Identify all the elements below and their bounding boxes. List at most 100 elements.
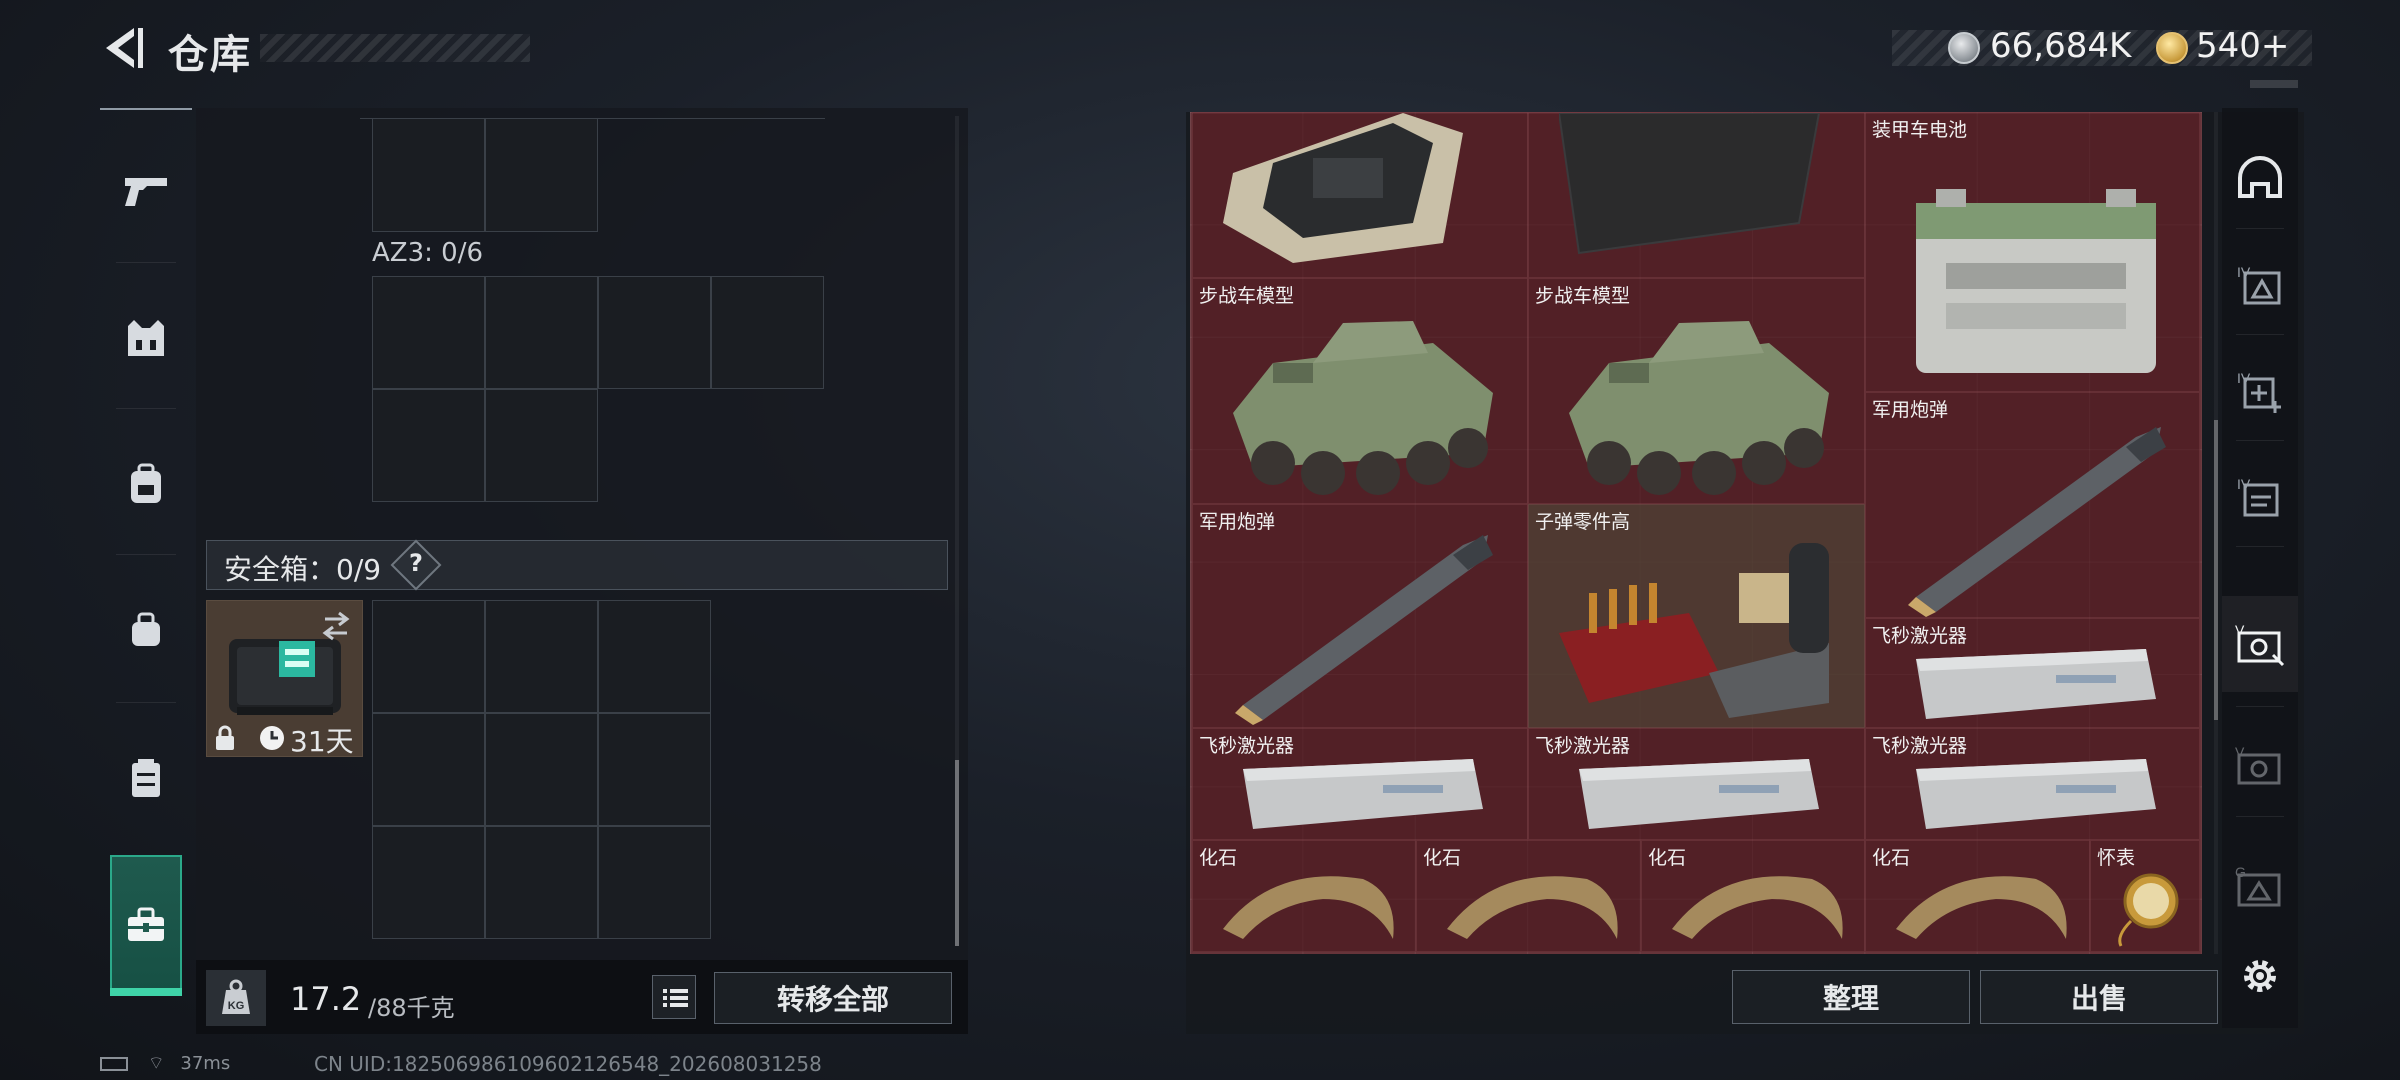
rnav-armor[interactable]: IV (2222, 236, 2298, 332)
az3-label: AZ3: 0/6 (372, 238, 484, 268)
rnav-medical[interactable]: IV (2222, 342, 2298, 438)
safebox-slot[interactable] (372, 713, 485, 826)
backpack-icon (131, 463, 161, 503)
slot-cell[interactable] (711, 276, 824, 389)
ping-value: 37ms (180, 1053, 231, 1074)
left-nav-divider (100, 108, 192, 110)
left-scrollbar-thumb[interactable] (955, 760, 959, 946)
item-fossil[interactable]: 化石 (1865, 840, 2090, 952)
silver-coin-icon (1948, 32, 1980, 64)
laser-device-icon (1243, 759, 1483, 829)
gold-coin-icon (2156, 32, 2188, 64)
nav-separator (116, 702, 176, 703)
list-view-button[interactable] (652, 975, 696, 1019)
item-pocket-watch[interactable]: 怀表 (2090, 840, 2200, 952)
item-armored-vehicle-battery[interactable]: 装甲车电池 (1865, 112, 2200, 392)
item-femtosecond-laser[interactable]: 飞秒激光器 (1192, 728, 1528, 840)
settings-icon (2244, 960, 2276, 992)
helmet-icon (2238, 156, 2282, 198)
item-fossil[interactable]: 化石 (1641, 840, 1865, 952)
item-femtosecond-laser[interactable]: 飞秒激光器 (1865, 728, 2200, 840)
rnav-separator (2236, 546, 2284, 547)
rnav-documents[interactable]: IV (2222, 448, 2298, 544)
page-title: 仓库 (168, 32, 252, 78)
slot-cell[interactable] (598, 276, 711, 389)
item-ifv-model[interactable]: 步战车模型 (1192, 278, 1528, 504)
nav-safebox[interactable] (100, 855, 192, 995)
sell-button[interactable]: 出售 (1980, 970, 2218, 1024)
rnav-safebox-secondary[interactable]: V (2222, 718, 2298, 814)
nav-armor[interactable] (100, 268, 192, 408)
sort-button[interactable]: 整理 (1732, 970, 1970, 1024)
safebox-slot[interactable] (372, 600, 485, 713)
safebox-slot[interactable] (485, 826, 598, 939)
slot-cell[interactable] (372, 118, 485, 232)
user-uid: CN UID:18250698610960212654​8_2026080312… (314, 1052, 822, 1076)
ifv-model-icon (1569, 321, 1829, 495)
clock-icon (258, 724, 286, 756)
toolbox-icon (128, 907, 164, 941)
nav-separator (116, 262, 176, 263)
rnav-helmet[interactable] (2222, 130, 2298, 226)
settings-button[interactable] (2222, 928, 2298, 1024)
right-scrollbar-thumb[interactable] (2214, 420, 2218, 720)
battery-icon (1916, 189, 2156, 373)
slot-cell[interactable] (485, 389, 598, 502)
nav-separator (116, 408, 176, 409)
safebox-slot[interactable] (598, 713, 711, 826)
rnav-separator (2236, 228, 2284, 229)
item-carbon-plate[interactable] (1528, 112, 1865, 278)
slot-cell[interactable] (372, 276, 485, 389)
nav-chest-rig[interactable] (100, 708, 192, 848)
pocket-watch-icon (2118, 873, 2179, 947)
slot-cell[interactable] (485, 276, 598, 389)
kg-weight-icon: KG (206, 970, 266, 1026)
safebox-expiry: 31天 (290, 725, 354, 758)
slot-cell[interactable] (372, 389, 485, 502)
nav-separator (116, 554, 176, 555)
fossil-claw-icon (1447, 876, 1618, 939)
safebox-slot[interactable] (485, 600, 598, 713)
list-icon (663, 989, 688, 1007)
item-fossil[interactable]: 化石 (1416, 840, 1641, 952)
safebox-slot[interactable] (598, 826, 711, 939)
circuit-board-icon (1223, 113, 1463, 263)
grid-edge (360, 118, 825, 119)
rnav-separator (2236, 334, 2284, 335)
silver-currency-amount: 66,684K (1990, 26, 2132, 66)
ammo-parts-icon (1559, 543, 1829, 718)
safebox-slot[interactable] (598, 600, 711, 713)
wifi-icon: ⌔ (147, 1053, 165, 1074)
item-military-shell[interactable]: 军用炮弹 (1192, 504, 1528, 728)
item-ammo-parts-high[interactable]: 子弹零件高 (1528, 504, 1865, 728)
nav-pouch[interactable] (100, 560, 192, 700)
military-shell-icon (1235, 535, 1493, 725)
iv-medical-icon: IV (2237, 370, 2281, 413)
rnav-case[interactable]: G (2222, 838, 2298, 934)
nav-backpack[interactable] (100, 414, 192, 554)
v-safebox-icon: V (2235, 622, 2285, 667)
item-circuit-board[interactable] (1192, 112, 1528, 278)
g-case-icon: G (2235, 864, 2281, 907)
gold-currency-amount: 540+ (2196, 26, 2290, 66)
help-icon[interactable]: ? (404, 549, 428, 577)
battery-icon (100, 1057, 128, 1071)
vest-icon (128, 320, 164, 356)
item-fossil[interactable]: 化石 (1192, 840, 1416, 952)
safebox-slot[interactable] (372, 826, 485, 939)
rnav-safebox-active[interactable]: V (2222, 596, 2298, 692)
item-ifv-model[interactable]: 步战车模型 (1528, 278, 1865, 504)
chest-rig-icon (132, 759, 160, 797)
item-femtosecond-laser[interactable]: 飞秒激光器 (1528, 728, 1865, 840)
pistol-icon (125, 178, 167, 206)
back-button[interactable] (100, 24, 144, 72)
item-label: 装甲车电池 (1872, 119, 1968, 141)
rnav-separator (2236, 440, 2284, 441)
nav-weapon[interactable] (100, 120, 192, 260)
fossil-claw-icon (1672, 876, 1843, 939)
transfer-all-button[interactable]: 转移全部 (714, 972, 952, 1024)
item-femtosecond-laser[interactable]: 飞秒激光器 (1865, 618, 2200, 728)
item-military-shell[interactable]: 军用炮弹 (1865, 392, 2200, 618)
slot-cell[interactable] (485, 118, 598, 232)
safebox-slot[interactable] (485, 713, 598, 826)
